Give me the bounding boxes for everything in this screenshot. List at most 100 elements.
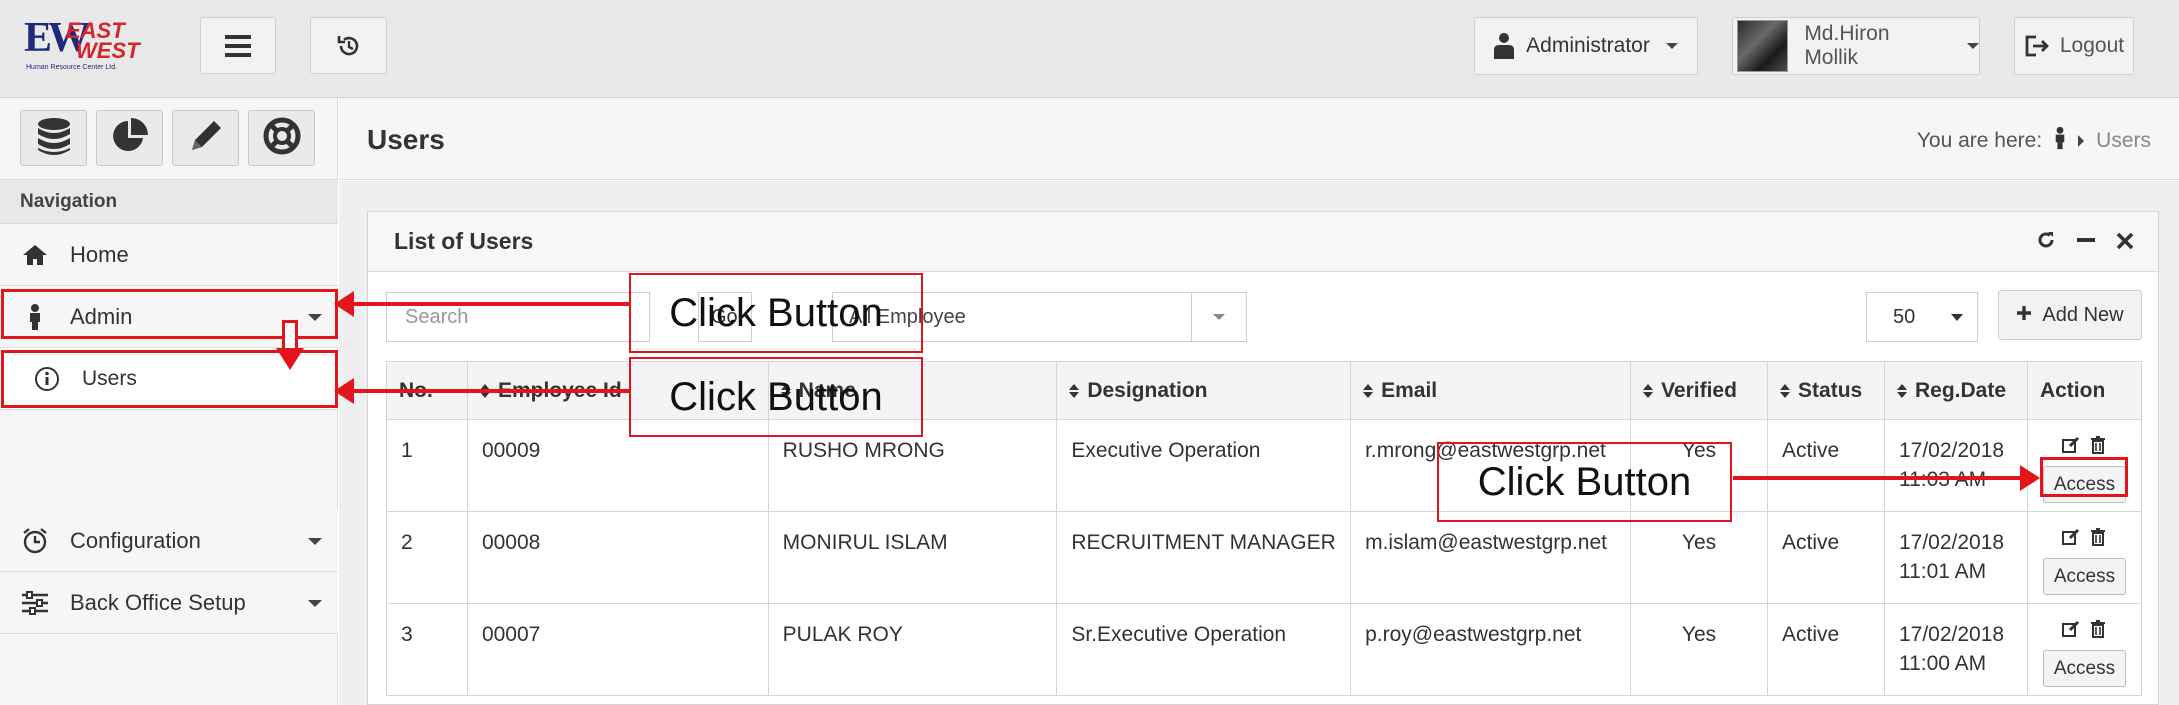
cell-reg-date: 17/02/201811:03 AM [1883,419,2028,512]
column-header-action: Action [2026,361,2143,420]
life-ring-icon [263,117,301,160]
navigation-heading: Navigation [0,180,338,224]
user-dropdown[interactable]: Md.Hiron Mollik [1732,17,1980,75]
sidebar-item-back-office-setup[interactable]: Back Office Setup [0,572,338,634]
minimize-icon[interactable] [2076,230,2096,255]
role-dropdown[interactable]: Administrator [1474,17,1698,75]
user-icon[interactable] [2054,126,2066,156]
pencil-icon [188,118,224,159]
column-header-status[interactable]: Status [1767,361,1885,420]
column-header-designation[interactable]: Designation [1056,361,1352,420]
sidebar-item-configuration[interactable]: Configuration [0,510,338,572]
role-label: Administrator [1526,34,1650,57]
chevron-down-icon [1191,293,1246,341]
cell-action: Access [2026,511,2143,604]
column-label: Verified [1661,378,1737,402]
breadcrumb-current[interactable]: Users [2096,129,2151,153]
annotation-arrow-line [352,389,630,393]
page-title: Users [367,124,445,155]
hamburger-icon [225,34,251,57]
cell-employee-id: 00007 [466,603,769,696]
arrow-right-icon [2020,465,2040,491]
logout-button[interactable]: Logout [2014,17,2134,75]
sidebar-item-home[interactable]: Home [0,224,338,286]
cell-status: Active [1767,511,1885,604]
column-header-email[interactable]: Email [1350,361,1632,420]
cell-status: Active [1767,419,1885,512]
cell-no: 3 [386,603,468,696]
database-shortcut-button[interactable] [20,110,87,166]
cell-verified: Yes [1630,511,1769,604]
reg-time: 11:00 AM [1898,652,1987,675]
access-button[interactable]: Access [2042,558,2127,595]
logo-subtitle: Human Resource Center Ltd. [26,64,118,71]
sort-icon [1363,383,1374,398]
user-tie-icon [1494,33,1515,59]
annotation-label: Click Button [629,273,923,353]
column-label: Designation [1087,378,1208,402]
close-icon[interactable] [2116,231,2134,255]
column-header-verified[interactable]: Verified [1630,361,1769,420]
cell-name: MONIRUL ISLAM [767,511,1058,604]
add-new-label: Add New [2042,303,2124,326]
column-label: Status [1798,378,1863,402]
chart-shortcut-button[interactable] [96,110,163,166]
panel-tools [2036,230,2134,255]
breadcrumb: You are here: Users [1917,126,2151,156]
chevron-down-icon [1665,43,1678,49]
logout-icon [2024,35,2050,57]
cell-designation: Executive Operation [1056,419,1352,512]
reg-time: 11:01 AM [1898,560,1987,583]
per-page-select[interactable]: 50 [1866,292,1978,342]
table-row: 2 00008 MONIRUL ISLAM RECRUITMENT MANAGE… [386,511,2143,604]
sort-icon [1780,383,1791,398]
chevron-down-icon [1967,43,1979,49]
avatar [1737,20,1789,72]
panel-title: List of Users [394,228,534,254]
access-highlight-box [2040,457,2128,497]
annotation-label: Click Button [629,357,923,437]
history-button[interactable] [310,17,387,74]
column-label: Reg.Date [1914,378,2007,402]
search-input[interactable]: Search [386,292,650,342]
cell-verified: Yes [1630,603,1769,696]
chevron-down-icon [308,538,322,545]
cell-email: m.islam@eastwestgrp.net [1350,511,1632,604]
edit-shortcut-button[interactable] [172,110,239,166]
arrow-down-icon [276,348,304,370]
edit-icon[interactable] [2062,617,2080,646]
edit-icon[interactable] [2062,525,2080,554]
logout-label: Logout [2059,34,2125,57]
company-logo[interactable]: EW EAST WEST Human Resource Center Ltd. [24,16,140,74]
access-button[interactable]: Access [2042,650,2127,687]
refresh-icon[interactable] [2036,230,2056,255]
trash-icon[interactable] [2090,617,2106,646]
sort-icon [1643,383,1654,398]
trash-icon[interactable] [2090,525,2106,554]
arrow-left-icon [334,378,354,404]
sliders-icon [18,590,52,615]
breadcrumb-prefix: You are here: [1916,129,2043,152]
cell-name: PULAK ROY [767,603,1058,696]
cell-designation: RECRUITMENT MANAGER [1056,511,1352,604]
menu-toggle-button[interactable] [200,17,276,74]
home-icon [18,244,52,266]
sort-icon [1896,383,1907,398]
cell-no: 1 [386,419,468,512]
column-label: Email [1381,378,1438,402]
sidebar-item-label: Home [70,241,129,267]
add-new-button[interactable]: Add New [1998,290,2142,340]
annotation-arrow-line [1733,476,2023,480]
annotation-down-arrow-shaft [282,320,298,350]
cell-designation: Sr.Executive Operation [1056,603,1352,696]
chevron-down-icon [308,600,322,607]
column-header-reg-date[interactable]: Reg.Date [1883,361,2028,420]
alarm-icon [18,527,52,555]
per-page-value: 50 [1893,306,1916,328]
pie-chart-icon [111,117,149,160]
reg-date: 17/02/2018 [1898,623,2005,646]
top-bar: EW EAST WEST Human Resource Center Ltd. … [0,0,2179,98]
logo-west: WEST [76,38,140,63]
sidebar-item-label: Configuration [70,527,201,553]
support-shortcut-button[interactable] [248,110,315,166]
